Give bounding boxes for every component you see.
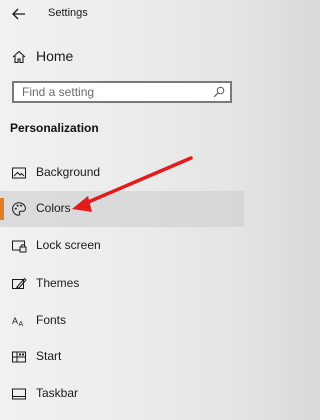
- taskbar-icon: [12, 388, 26, 400]
- back-arrow-icon: [12, 8, 25, 20]
- back-button[interactable]: [8, 4, 30, 24]
- nav-item-background[interactable]: Background: [0, 155, 244, 191]
- title-bar: Settings: [0, 0, 244, 30]
- section-heading: Personalization: [10, 121, 99, 135]
- palette-icon: [12, 202, 26, 216]
- window-title: Settings: [48, 7, 88, 19]
- nav-item-label: Taskbar: [36, 386, 79, 400]
- nav-item-themes[interactable]: Themes: [0, 266, 244, 302]
- nav-item-label: Background: [36, 165, 101, 179]
- home-icon: [12, 50, 26, 64]
- picture-icon: [12, 167, 26, 179]
- search-input[interactable]: Find a setting: [12, 81, 232, 103]
- nav-item-colors[interactable]: Colors: [0, 191, 244, 227]
- start-icon: [12, 351, 26, 363]
- nav-item-label: Lock screen: [36, 238, 101, 252]
- lock-screen-icon: [12, 240, 27, 253]
- svg-text:A: A: [12, 316, 18, 326]
- home-link[interactable]: Home: [0, 44, 244, 70]
- home-label: Home: [36, 48, 74, 64]
- themes-icon: [12, 277, 27, 290]
- nav-item-taskbar[interactable]: Taskbar: [0, 376, 244, 412]
- search-placeholder: Find a setting: [22, 85, 95, 99]
- selection-indicator: [0, 198, 4, 220]
- nav-item-start[interactable]: Start: [0, 339, 244, 375]
- nav-item-fonts[interactable]: A A Fonts: [0, 303, 244, 339]
- svg-text:A: A: [19, 321, 24, 328]
- search-icon: [213, 86, 225, 98]
- nav-item-label: Themes: [36, 276, 80, 290]
- nav-item-lock-screen[interactable]: Lock screen: [0, 228, 244, 264]
- nav-item-label: Colors: [36, 201, 71, 215]
- nav-item-label: Fonts: [36, 313, 67, 327]
- nav-item-label: Start: [36, 349, 62, 363]
- fonts-icon: A A: [12, 316, 24, 328]
